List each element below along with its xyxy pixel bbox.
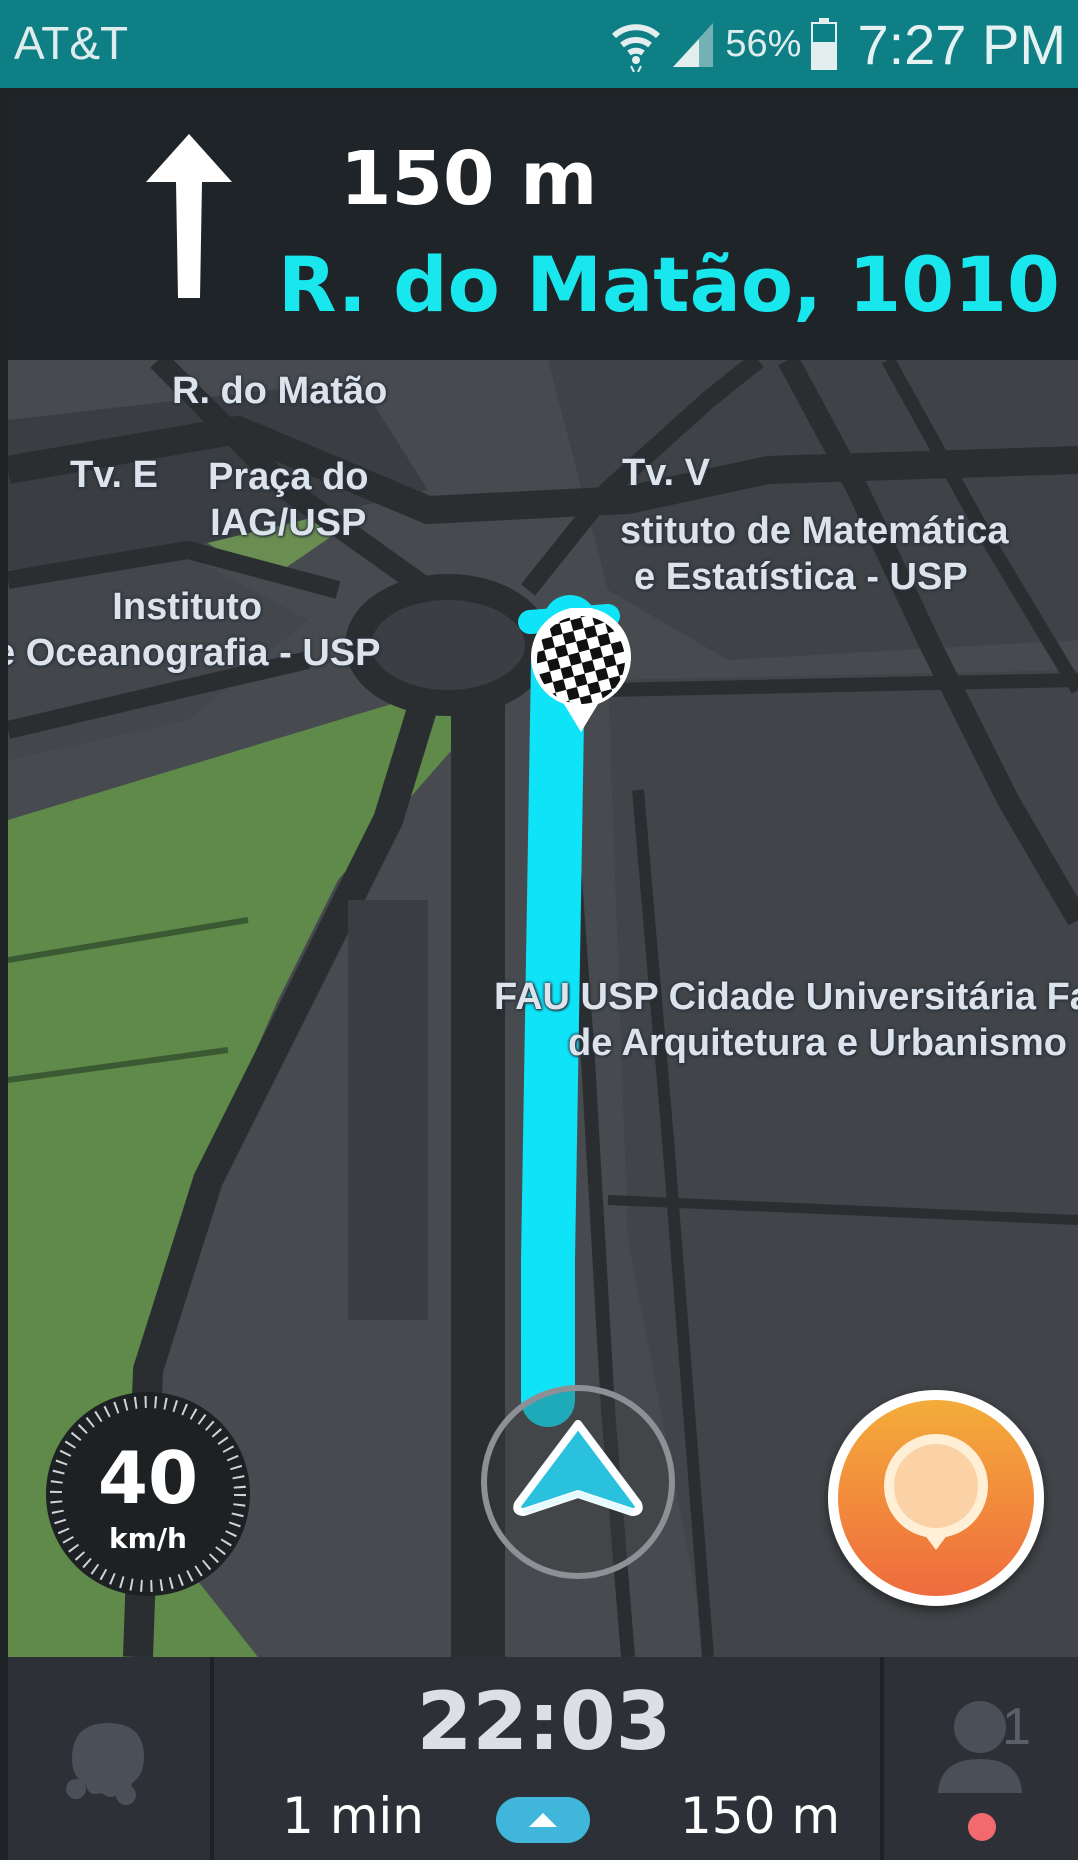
battery-percent: 56% <box>725 22 802 65</box>
wazer-menu-button[interactable] <box>8 1657 214 1860</box>
wifi-icon <box>611 16 661 72</box>
instruction-banner[interactable]: 150 m R. do Matão, 1010 <box>8 92 1078 360</box>
remaining-time: 1 min <box>282 1787 424 1845</box>
place-label: Instituto e Oceanografia - USP <box>8 584 380 676</box>
place-label: FAU USP Cidade Universitária Fa de Arqui… <box>494 974 1078 1066</box>
park-label-line: IAG/USP <box>210 502 367 544</box>
place-label-line: de Arquitetura e Urbanismo <box>568 1022 1068 1064</box>
street-label: Tv. V <box>622 452 710 494</box>
remaining-distance: 150 m <box>680 1787 841 1845</box>
arrow-up-icon <box>144 132 234 306</box>
park-label-line: Praça do <box>208 456 369 498</box>
map-view[interactable]: R. do Matão Tv. E Praça do IAG/USP Tv. V… <box>8 360 1078 1657</box>
arrival-time[interactable]: 22:03 <box>214 1675 874 1768</box>
signal-icon <box>671 19 715 69</box>
friends-count: 1 <box>1002 1698 1031 1756</box>
carrier-label: AT&T <box>14 17 129 69</box>
street-label: Tv. E <box>70 454 158 496</box>
expand-eta-button[interactable] <box>496 1797 590 1843</box>
place-label-line: e Estatística - USP <box>634 556 968 598</box>
place-label: stituto de Matemática e Estatística - US… <box>620 508 1009 600</box>
place-label-line: e Oceanografia - USP <box>8 632 381 674</box>
place-label-line: Instituto <box>112 586 263 628</box>
checkered-flag-icon[interactable] <box>526 606 636 736</box>
bottom-bar: 22:03 1 min 150 m 1 <box>8 1657 1078 1860</box>
notification-dot <box>968 1813 996 1841</box>
report-button[interactable] <box>828 1390 1044 1606</box>
clock: 7:27 PM <box>857 12 1066 76</box>
park-label: Praça do IAG/USP <box>208 454 369 546</box>
maneuver-distance: 150 m <box>340 136 598 222</box>
battery-icon <box>811 18 838 70</box>
speedometer[interactable]: 40 km/h <box>44 1390 252 1598</box>
speed-value: 40 <box>97 1436 199 1520</box>
place-label-line: FAU USP Cidade Universitária Fa <box>494 976 1078 1018</box>
speed-unit: km/h <box>109 1522 187 1555</box>
report-pin-icon <box>838 1400 1034 1596</box>
place-label-line: stituto de Matemática <box>620 510 1009 552</box>
street-label: R. do Matão <box>172 370 388 412</box>
navigation-screen: AT&T 56% 7:27 PM 150 m R. do Matão, 1010… <box>0 0 1078 1860</box>
status-bar: AT&T 56% 7:27 PM <box>0 0 1078 88</box>
wazer-menu-icon <box>66 1723 144 1805</box>
status-icons: 56% 7:27 PM <box>611 6 1066 82</box>
chevron-up-icon <box>529 1813 557 1827</box>
position-arrow-icon[interactable] <box>478 1382 678 1582</box>
next-street-name: R. do Matão, 1010 <box>278 240 1060 329</box>
